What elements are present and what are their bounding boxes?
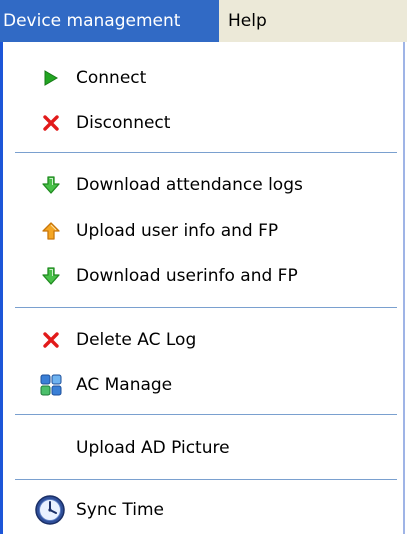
menu-separator: [15, 414, 397, 415]
menu-item-upload-user-info-and-fp[interactable]: Upload user info and FP: [3, 213, 403, 249]
menu-item-upload-ad-picture[interactable]: Upload AD Picture: [3, 430, 403, 466]
clock-icon: [33, 493, 67, 527]
menu-device-management-label: Device management: [3, 11, 181, 31]
menu-help-label: Help: [228, 11, 267, 31]
close-x-icon: [37, 109, 65, 137]
menu-item-label: Sync Time: [76, 500, 164, 520]
green-down-arrow-icon: [37, 262, 65, 290]
menu-item-label: Upload AD Picture: [76, 438, 230, 458]
menu-item-sync-time[interactable]: Sync Time: [3, 492, 403, 528]
menu-item-label: Download attendance logs: [76, 175, 303, 195]
menu-separator: [15, 152, 397, 153]
device-management-dropdown: Connect Disconnect Download attendance l…: [0, 42, 405, 534]
menu-separator: [15, 307, 397, 308]
green-down-arrow-icon: [37, 171, 65, 199]
menu-bar: Device management Help: [0, 0, 407, 42]
menu-item-label: Delete AC Log: [76, 330, 197, 350]
grid-blocks-icon: [37, 371, 65, 399]
menu-item-download-attendance-logs[interactable]: Download attendance logs: [3, 167, 403, 203]
menu-item-connect[interactable]: Connect: [3, 60, 403, 96]
menu-item-label: Disconnect: [76, 113, 171, 133]
menu-item-download-userinfo-and-fp[interactable]: Download userinfo and FP: [3, 258, 403, 294]
play-icon: [37, 64, 65, 92]
menu-device-management[interactable]: Device management: [0, 0, 219, 42]
menu-item-label: Upload user info and FP: [76, 221, 279, 241]
screen: Device management Help Connect Disconnec…: [0, 0, 407, 534]
menu-help[interactable]: Help: [219, 0, 267, 42]
menu-item-label: Connect: [76, 68, 147, 88]
menu-item-disconnect[interactable]: Disconnect: [3, 105, 403, 141]
menu-separator: [15, 479, 397, 480]
menu-item-ac-manage[interactable]: AC Manage: [3, 367, 403, 403]
menu-item-label: Download userinfo and FP: [76, 266, 298, 286]
orange-up-arrow-icon: [37, 217, 65, 245]
menu-item-delete-ac-log[interactable]: Delete AC Log: [3, 322, 403, 358]
menu-item-label: AC Manage: [76, 375, 173, 395]
close-x-icon: [37, 326, 65, 354]
